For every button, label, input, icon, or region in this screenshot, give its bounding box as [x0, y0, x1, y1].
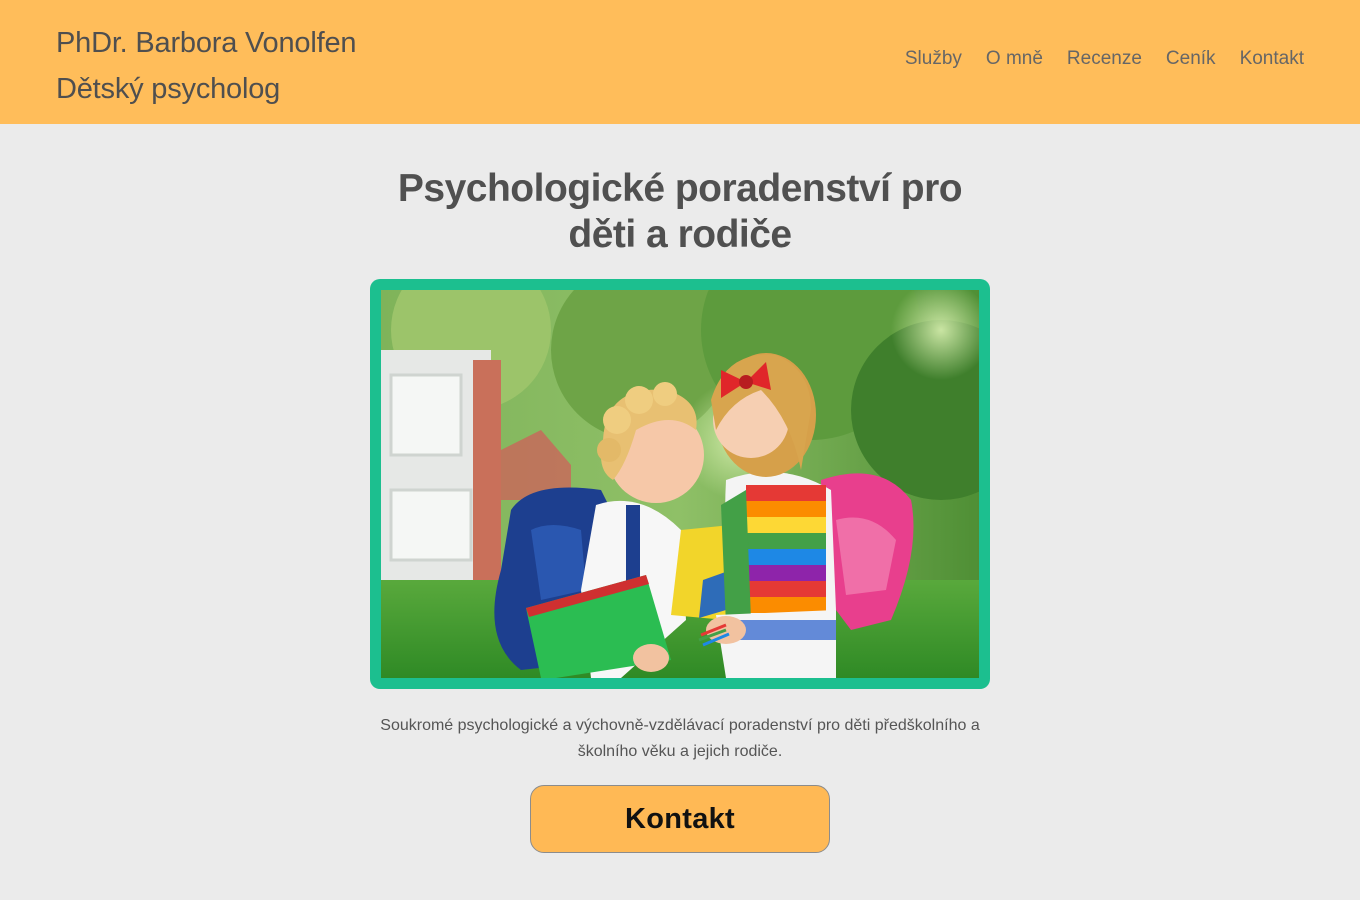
site-brand[interactable]: PhDr. Barbora Vonolfen Dětský psycholog	[56, 20, 357, 112]
hero-title-line-2: děti a rodiče	[568, 213, 792, 256]
site-header: PhDr. Barbora Vonolfen Dětský psycholog …	[0, 0, 1360, 124]
hero-title-line-1: Psychologické poradenství pro	[397, 167, 963, 210]
nav-item-sluzby[interactable]: Služby	[905, 48, 962, 70]
site-tagline: Dětský psycholog	[56, 73, 281, 105]
nav-item-cenik[interactable]: Ceník	[1166, 48, 1216, 70]
contact-button[interactable]: Kontakt	[530, 785, 830, 853]
hero-title: Psychologické poradenství pro děti a rod…	[0, 166, 1360, 258]
hero-image-frame	[370, 279, 990, 689]
site-name: PhDr. Barbora Vonolfen	[56, 27, 357, 59]
nav-item-kontakt[interactable]: Kontakt	[1240, 48, 1304, 70]
hero-description: Soukromé psychologické a výchovně-vzdělá…	[380, 717, 980, 760]
nav-item-recenze[interactable]: Recenze	[1067, 48, 1142, 70]
nav-item-o-mne[interactable]: O mně	[986, 48, 1043, 70]
hero-photo	[381, 290, 979, 678]
main-nav: Služby O mně Recenze Ceník Kontakt	[905, 48, 1304, 70]
